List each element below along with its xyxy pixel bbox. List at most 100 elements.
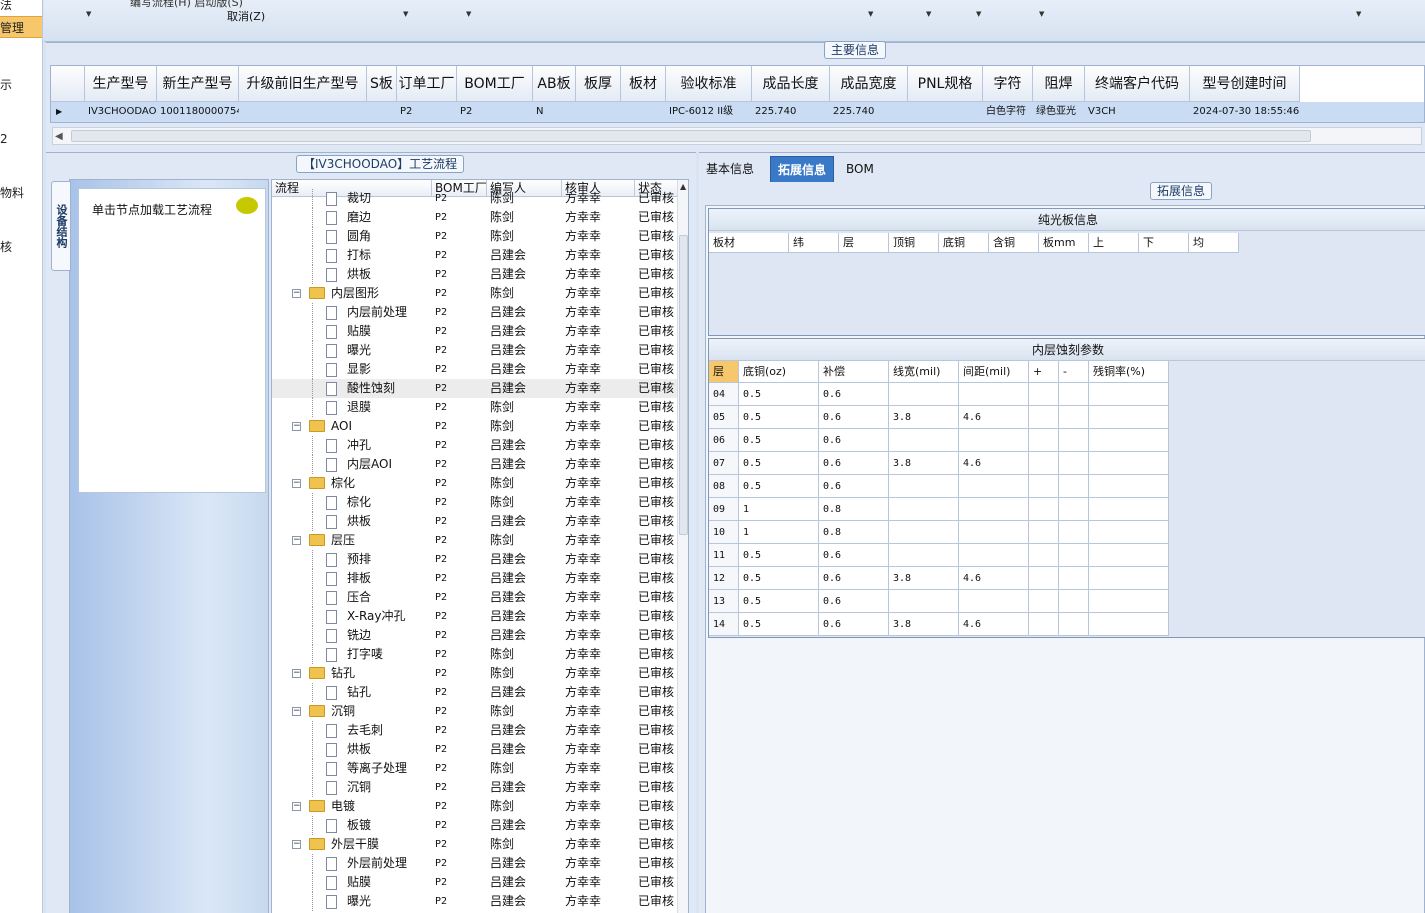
etch-cell[interactable] bbox=[1089, 475, 1169, 498]
etch-cell[interactable]: 12 bbox=[709, 567, 739, 590]
table-cell[interactable]: IPC-6012 II级 bbox=[666, 102, 752, 122]
table-cell[interactable]: 225.740 bbox=[830, 102, 908, 122]
etch-cell[interactable] bbox=[959, 429, 1029, 452]
etch-cell[interactable] bbox=[1089, 544, 1169, 567]
etch-cell[interactable] bbox=[1059, 406, 1089, 429]
etch-cell[interactable]: 0.8 bbox=[819, 498, 889, 521]
etch-cell[interactable]: 4.6 bbox=[959, 613, 1029, 636]
tree-row[interactable]: − AOI P2 陈剑 方幸幸 已审核 bbox=[272, 417, 678, 436]
column-header[interactable]: 终端客户代码 bbox=[1085, 66, 1190, 102]
horizontal-scrollbar[interactable]: ◀ bbox=[52, 127, 1422, 145]
collapse-icon[interactable]: − bbox=[292, 422, 301, 431]
table-cell[interactable] bbox=[239, 102, 367, 122]
etch-cell[interactable] bbox=[1089, 521, 1169, 544]
etch-cell[interactable] bbox=[959, 475, 1029, 498]
nav-item-1[interactable]: 管理 bbox=[0, 16, 42, 38]
etch-cell[interactable]: 0.5 bbox=[739, 567, 819, 590]
collapse-icon[interactable]: − bbox=[292, 536, 301, 545]
etch-cell[interactable]: 0.5 bbox=[739, 452, 819, 475]
pure-board-header[interactable]: 层 bbox=[839, 233, 889, 253]
nav-item-5[interactable]: 核 bbox=[0, 236, 42, 258]
table-cell[interactable]: 225.740 bbox=[752, 102, 830, 122]
tree-row[interactable]: 外层前处理 P2 吕建会 方幸幸 已审核 bbox=[272, 854, 678, 873]
etch-cell[interactable]: 0.5 bbox=[739, 429, 819, 452]
tree-row[interactable]: 磨边 P2 陈剑 方幸幸 已审核 bbox=[272, 208, 678, 227]
etch-cell[interactable]: 0.6 bbox=[819, 613, 889, 636]
column-header[interactable]: 成品长度 bbox=[752, 66, 830, 102]
etch-cell[interactable] bbox=[1059, 567, 1089, 590]
column-header[interactable]: 订单工厂 bbox=[397, 66, 457, 102]
collapse-icon[interactable]: − bbox=[292, 840, 301, 849]
vertical-scrollbar[interactable]: ▲ bbox=[677, 180, 688, 913]
tree-row[interactable]: 铣边 P2 吕建会 方幸幸 已审核 bbox=[272, 626, 678, 645]
etch-cell[interactable]: 0.6 bbox=[819, 567, 889, 590]
etch-cell[interactable] bbox=[1059, 613, 1089, 636]
pure-board-header[interactable]: 上 bbox=[1089, 233, 1139, 253]
collapse-icon[interactable]: − bbox=[292, 479, 301, 488]
dropdown-arrow-icon[interactable]: ▼ bbox=[403, 10, 408, 18]
tree-row[interactable]: 等离子处理 P2 陈剑 方幸幸 已审核 bbox=[272, 759, 678, 778]
etch-cell[interactable]: 13 bbox=[709, 590, 739, 613]
etch-cell[interactable]: 0.6 bbox=[819, 429, 889, 452]
pure-board-header[interactable]: 纬 bbox=[789, 233, 839, 253]
etch-cell[interactable] bbox=[959, 590, 1029, 613]
dropdown-arrow-icon[interactable]: ▼ bbox=[868, 10, 873, 18]
tree-row[interactable]: 内层AOI P2 吕建会 方幸幸 已审核 bbox=[272, 455, 678, 474]
etch-cell[interactable] bbox=[1059, 383, 1089, 406]
etch-cell[interactable]: 1 bbox=[739, 521, 819, 544]
tree-row[interactable]: − 棕化 P2 陈剑 方幸幸 已审核 bbox=[272, 474, 678, 493]
pure-board-header[interactable]: 板材 bbox=[709, 233, 789, 253]
tab-1[interactable]: 拓展信息 bbox=[770, 156, 835, 182]
etch-header[interactable]: 间距(mil) bbox=[959, 361, 1029, 383]
etch-header[interactable]: 残铜率(%) bbox=[1089, 361, 1169, 383]
tree-row[interactable]: − 钻孔 P2 陈剑 方幸幸 已审核 bbox=[272, 664, 678, 683]
etch-cell[interactable] bbox=[889, 383, 959, 406]
tree-row[interactable]: 压合 P2 吕建会 方幸幸 已审核 bbox=[272, 588, 678, 607]
tree-row[interactable]: 烘板 P2 吕建会 方幸幸 已审核 bbox=[272, 512, 678, 531]
pure-board-header[interactable]: 板mm bbox=[1039, 233, 1089, 253]
etch-cell[interactable]: 0.6 bbox=[819, 544, 889, 567]
nav-item-3[interactable]: 2 bbox=[0, 128, 42, 150]
etch-cell[interactable] bbox=[1029, 498, 1059, 521]
table-cell[interactable] bbox=[576, 102, 621, 122]
etch-cell[interactable] bbox=[889, 475, 959, 498]
column-header[interactable]: 新生产型号 bbox=[157, 66, 239, 102]
column-header[interactable]: 升级前旧生产型号 bbox=[239, 66, 367, 102]
tree-row[interactable]: 预排 P2 吕建会 方幸幸 已审核 bbox=[272, 550, 678, 569]
etch-header[interactable]: 底铜(oz) bbox=[739, 361, 819, 383]
tree-row[interactable]: 沉铜 P2 吕建会 方幸幸 已审核 bbox=[272, 778, 678, 797]
scroll-thumb-vertical[interactable] bbox=[679, 235, 688, 535]
tree-row[interactable]: 板镀 P2 吕建会 方幸幸 已审核 bbox=[272, 816, 678, 835]
etch-cell[interactable] bbox=[889, 590, 959, 613]
etch-cell[interactable]: 0.6 bbox=[819, 590, 889, 613]
etch-cell[interactable]: 4.6 bbox=[959, 406, 1029, 429]
collapse-icon[interactable]: − bbox=[292, 802, 301, 811]
etch-cell[interactable]: 09 bbox=[709, 498, 739, 521]
pure-board-header[interactable]: 均 bbox=[1189, 233, 1239, 253]
column-header[interactable]: 型号创建时间 bbox=[1190, 66, 1300, 102]
tree-row[interactable]: − 外层干膜 P2 陈剑 方幸幸 已审核 bbox=[272, 835, 678, 854]
tab-0[interactable]: 基本信息 bbox=[699, 156, 761, 182]
etch-cell[interactable] bbox=[1029, 613, 1059, 636]
node-box[interactable]: 单击节点加载工艺流程 bbox=[78, 188, 266, 493]
column-header[interactable]: 板厚 bbox=[576, 66, 621, 102]
etch-cell[interactable] bbox=[1029, 521, 1059, 544]
table-cell[interactable]: 白色字符 bbox=[983, 102, 1033, 122]
table-cell[interactable]: 10011800007540 bbox=[157, 102, 239, 122]
tree-row[interactable]: 钻孔 P2 吕建会 方幸幸 已审核 bbox=[272, 683, 678, 702]
table-cell[interactable] bbox=[908, 102, 983, 122]
table-cell[interactable]: P2 bbox=[457, 102, 533, 122]
tree-row[interactable]: 打标 P2 吕建会 方幸幸 已审核 bbox=[272, 246, 678, 265]
tree-row[interactable]: − 内层图形 P2 陈剑 方幸幸 已审核 bbox=[272, 284, 678, 303]
tree-row[interactable]: 圆角 P2 陈剑 方幸幸 已审核 bbox=[272, 227, 678, 246]
etch-cell[interactable]: 1 bbox=[739, 498, 819, 521]
column-header[interactable]: 成品宽度 bbox=[830, 66, 908, 102]
etch-cell[interactable] bbox=[1029, 429, 1059, 452]
etch-cell[interactable] bbox=[1059, 429, 1089, 452]
dropdown-arrow-icon[interactable]: ▼ bbox=[466, 10, 471, 18]
tree-row[interactable]: 打字唛 P2 陈剑 方幸幸 已审核 bbox=[272, 645, 678, 664]
etch-cell[interactable] bbox=[959, 544, 1029, 567]
dropdown-arrow-icon[interactable]: ▼ bbox=[926, 10, 931, 18]
nav-item-0[interactable]: 法 bbox=[0, 0, 42, 16]
etch-header[interactable]: 线宽(mil) bbox=[889, 361, 959, 383]
